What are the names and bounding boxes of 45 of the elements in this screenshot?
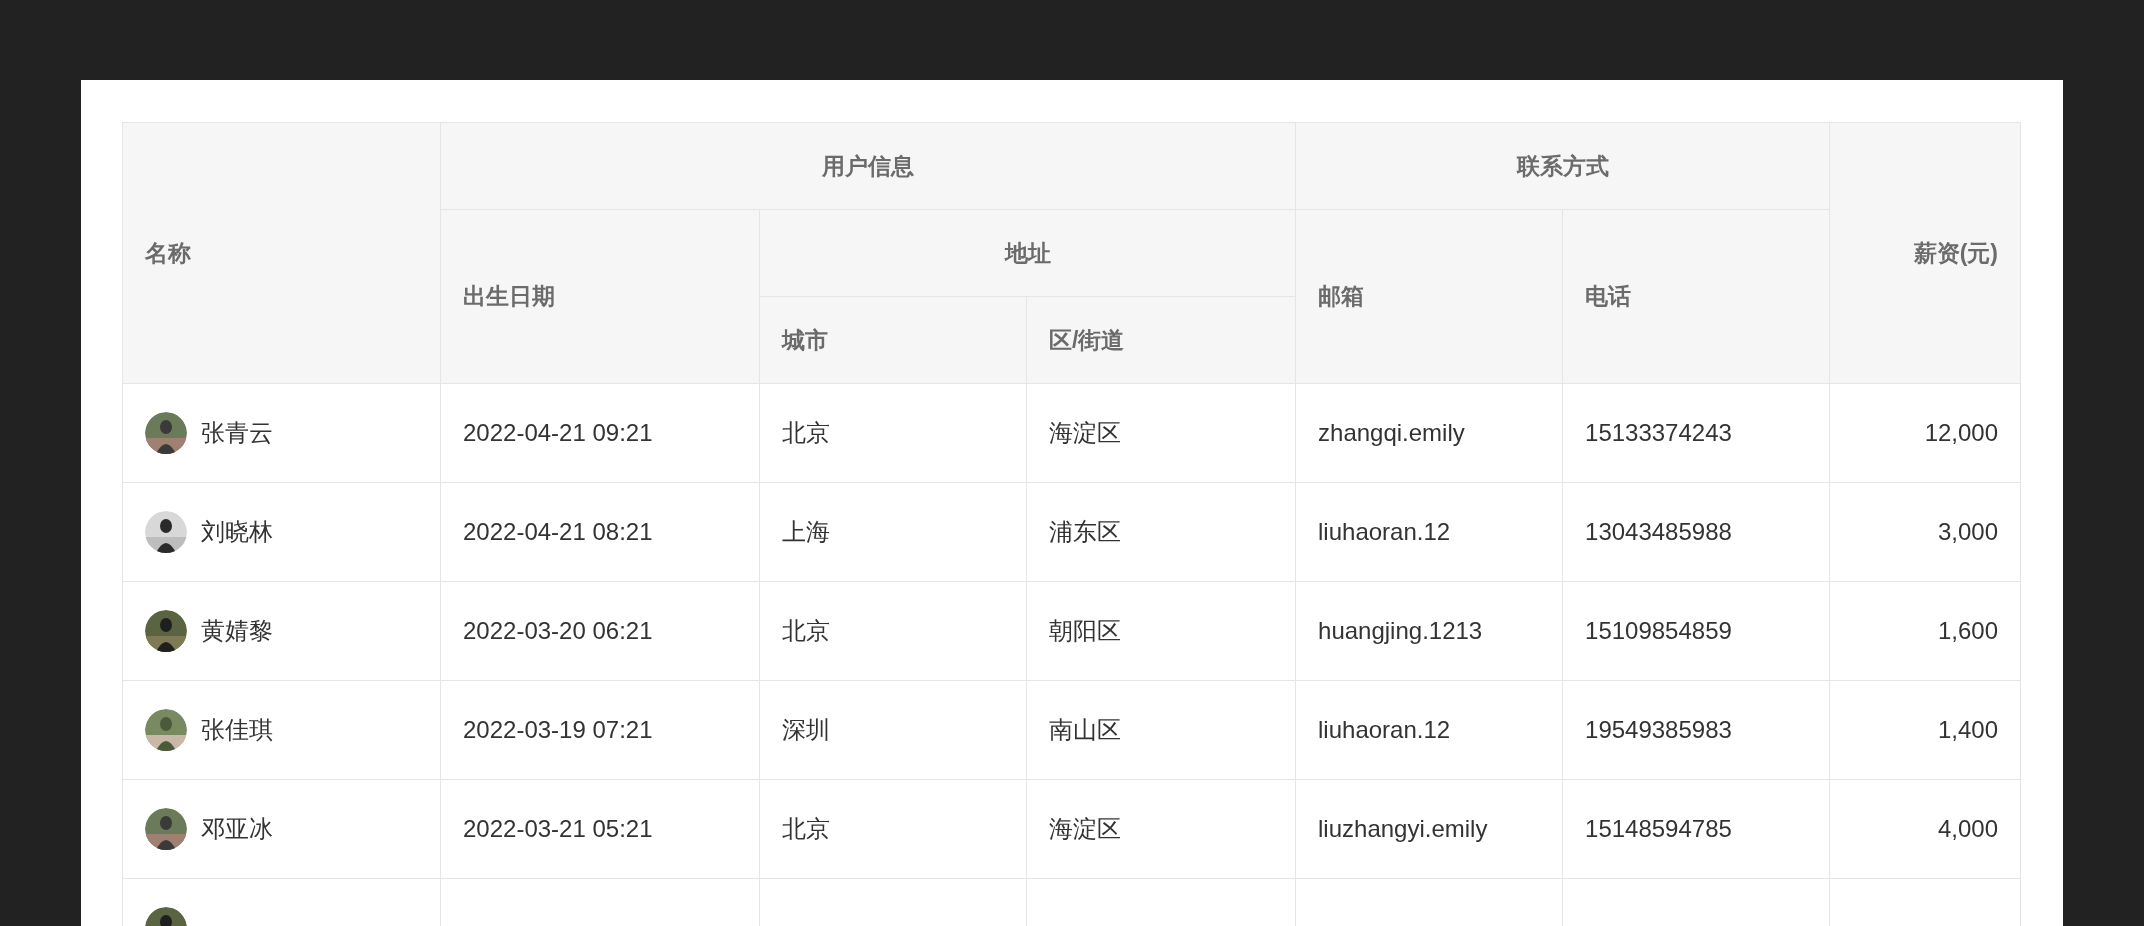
table-cell: 15109854859 — [1585, 617, 1732, 644]
table-cell: liuhaoran.12 — [1318, 716, 1451, 743]
table-cell-text: 刘晓林 — [201, 517, 273, 547]
column-header: 出生日期 — [440, 209, 760, 384]
table-cell: liuhaoran.12 — [1318, 518, 1451, 545]
column-header: 电话 — [1562, 209, 1830, 384]
table-cell-text: 张佳琪 — [201, 715, 273, 745]
table-cell: 海淀区 — [1049, 419, 1121, 446]
column-header: 薪资(元) — [1829, 122, 2021, 384]
column-header: 名称 — [122, 122, 441, 384]
table-cell: 深圳 — [782, 716, 830, 743]
table-cell: huangjing.1213 — [1318, 617, 1483, 644]
table-cell: liuzhangyi.emily — [1318, 815, 1488, 842]
table-cell: 2022-03-20 06:21 — [463, 617, 653, 644]
column-header: 区/街道 — [1026, 296, 1296, 384]
table-cell-text: 黄婧黎 — [201, 616, 273, 646]
table-cell: 1,400 — [1937, 716, 1999, 743]
table-cell: 19549385983 — [1585, 716, 1732, 743]
column-header: 城市 — [759, 296, 1027, 384]
table-cell: 上海 — [782, 518, 830, 545]
column-header: 邮箱 — [1295, 209, 1563, 384]
table-cell: 13043485988 — [1585, 518, 1732, 545]
table-cell: 15133374243 — [1585, 419, 1732, 446]
table-cell: 2022-04-21 08:21 — [463, 518, 653, 545]
table-cell: 朝阳区 — [1049, 617, 1121, 644]
table-cell: 2022-03-19 07:21 — [463, 716, 653, 743]
table-cell: 1,600 — [1937, 617, 1999, 644]
table-cell: 2022-04-21 09:21 — [463, 419, 653, 446]
table-cell: 北京 — [782, 617, 830, 644]
table-cell: 北京 — [782, 419, 830, 446]
table-cell: 4,000 — [1937, 815, 1999, 842]
table-cell: 北京 — [782, 815, 830, 842]
table-cell: 2022-03-21 05:21 — [463, 815, 653, 842]
column-header: 用户信息 — [440, 122, 1296, 210]
table-cell: 海淀区 — [1049, 815, 1121, 842]
table-cell: 12,000 — [1924, 419, 1999, 446]
table-cell: 3,000 — [1937, 518, 1999, 545]
table-cell: zhangqi.emily — [1318, 419, 1465, 446]
column-header: 地址 — [759, 209, 1296, 297]
table-cell-text: 张青云 — [201, 418, 273, 448]
table-cell: 浦东区 — [1049, 518, 1121, 545]
table-cell: 南山区 — [1049, 716, 1121, 743]
column-header: 联系方式 — [1295, 122, 1830, 210]
table-cell: 15148594785 — [1585, 815, 1732, 842]
table-cell-text: 邓亚冰 — [201, 814, 273, 844]
